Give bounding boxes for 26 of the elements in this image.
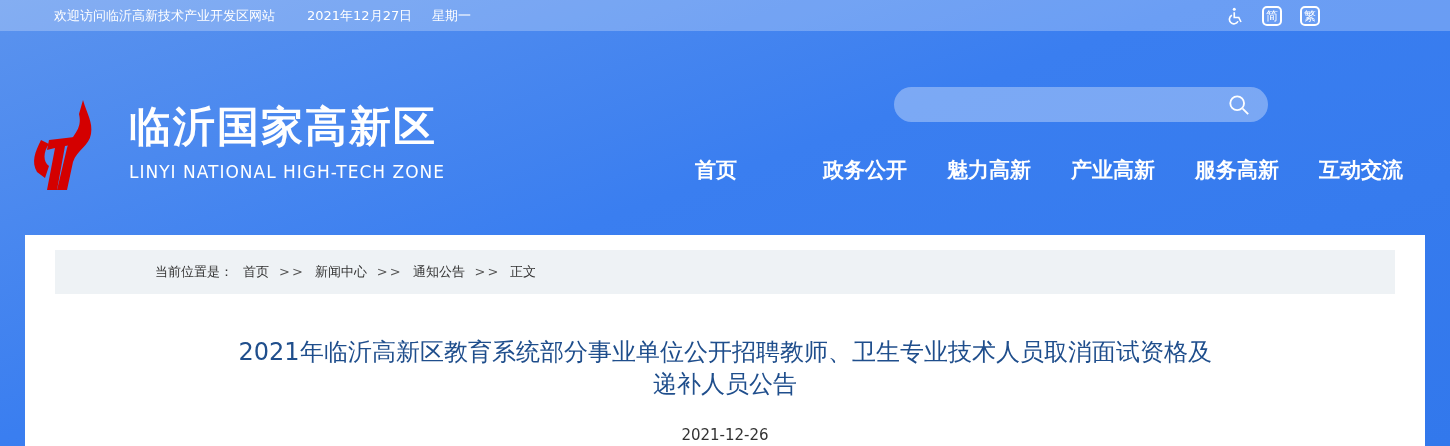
nav-link[interactable]: 互动交流 (1319, 155, 1403, 187)
nav-link[interactable]: 服务高新 (1195, 155, 1279, 187)
welcome-text: 欢迎访问临沂高新技术产业开发区网站 (54, 6, 275, 25)
site-name-english: LINYI NATIONAL HIGH-TECH ZONE (129, 161, 446, 185)
breadcrumb-link[interactable]: 通知公告 (412, 262, 465, 282)
date-text: 2021年12月27日 (307, 6, 413, 25)
weekday-text: 星期一 (432, 6, 472, 25)
breadcrumb-separator: >> (279, 263, 305, 282)
nav-link[interactable]: 产业高新 (1071, 155, 1155, 187)
site-name: 临沂国家高新区 (129, 106, 438, 149)
language-button[interactable]: 简 (1262, 5, 1282, 26)
breadcrumb-link[interactable]: 首页 (243, 262, 269, 282)
wheelchair-icon[interactable] (1226, 6, 1244, 25)
breadcrumb-label: 当前位置是： (155, 263, 233, 282)
article-date: 2021-12-26 (681, 425, 769, 446)
search-icon[interactable] (1228, 93, 1250, 116)
nav-link[interactable]: 魅力高新 (947, 155, 1031, 187)
breadcrumb-separator: >> (376, 263, 403, 282)
breadcrumb-link[interactable]: 新闻中心 (314, 262, 367, 282)
nav-link[interactable]: 首页 (695, 155, 783, 187)
search-field[interactable] (894, 87, 1268, 122)
article-title: 2021年临沂高新区教育系统部分事业单位公开招聘教师、卫生专业技术人员取消面试资格及递补人员公告 (237, 337, 1213, 400)
language-button[interactable]: 繁 (1300, 5, 1320, 26)
nav-link[interactable]: 政务公开 (823, 155, 907, 187)
breadcrumb-separator: >> (474, 263, 501, 282)
breadcrumb-link[interactable]: 正文 (510, 262, 537, 282)
